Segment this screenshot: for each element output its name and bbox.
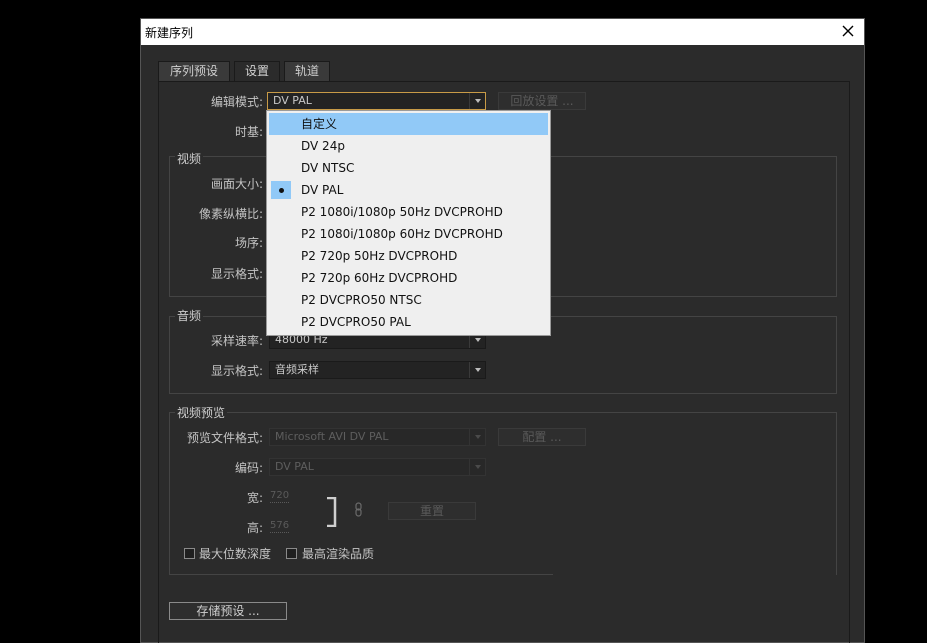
menu-item-p2-dvcpro50-ntsc[interactable]: P2 DVCPRO50 NTSC [267, 289, 550, 311]
menu-item-p2-dvcpro50-pal[interactable]: P2 DVCPRO50 PAL [267, 311, 550, 333]
pixel-aspect-label: 像素纵横比: [171, 205, 263, 222]
edit-mode-label: 编辑模式: [171, 93, 263, 110]
video-group-title: 视频 [175, 150, 203, 167]
menu-item-dv-ntsc[interactable]: DV NTSC [267, 157, 550, 179]
video-preview-group-bottom-edge [169, 574, 553, 575]
max-bit-depth-checkbox[interactable] [184, 548, 195, 559]
menu-item-p2-1080-60hz[interactable]: P2 1080i/1080p 60Hz DVCPROHD [267, 223, 550, 245]
bullet-icon [271, 181, 291, 199]
window-title: 新建序列 [145, 24, 193, 41]
menu-item-p2-720p-50hz[interactable]: P2 720p 50Hz DVCPROHD [267, 245, 550, 267]
max-bit-depth-label: 最大位数深度 [199, 545, 271, 562]
edit-mode-value: DV PAL [273, 94, 312, 107]
menu-item-dv-24p[interactable]: DV 24p [267, 135, 550, 157]
tab-sequence-presets[interactable]: 序列预设 [158, 61, 230, 81]
link-bracket [325, 497, 341, 527]
reset-button[interactable]: 重置 [388, 502, 476, 520]
close-icon[interactable] [840, 21, 856, 41]
height-value[interactable]: 576 [270, 520, 289, 533]
fields-label: 场序: [171, 234, 263, 251]
tab-settings[interactable]: 设置 [234, 61, 280, 81]
menu-item-dv-pal[interactable]: DV PAL [267, 179, 550, 201]
max-render-quality-label: 最高渲染品质 [302, 545, 374, 562]
codec-value: DV PAL [275, 460, 314, 473]
preview-file-format-value: Microsoft AVI DV PAL [275, 430, 389, 443]
configure-button[interactable]: 配置 ... [498, 428, 586, 446]
edit-mode-dropdown-menu: 自定义 DV 24p DV NTSC DV PAL P2 1080i/1080p… [266, 110, 551, 336]
audio-display-format-select[interactable]: 音频采样 [269, 361, 486, 379]
chevron-down-icon [469, 362, 485, 378]
chevron-down-icon [469, 93, 485, 109]
height-label: 高: [171, 519, 263, 536]
codec-label: 编码: [171, 459, 263, 476]
playback-settings-button[interactable]: 回放设置 ... [498, 92, 586, 110]
width-label: 宽: [171, 489, 263, 506]
video-preview-group-title: 视频预览 [175, 404, 227, 421]
menu-item-dv-pal-label: DV PAL [301, 183, 343, 197]
timebase-label: 时基: [171, 123, 263, 140]
tab-tracks[interactable]: 轨道 [284, 61, 330, 81]
preview-file-format-select[interactable]: Microsoft AVI DV PAL [269, 428, 486, 446]
max-render-quality-checkbox[interactable] [286, 548, 297, 559]
menu-item-custom[interactable]: 自定义 [269, 113, 548, 135]
audio-display-format-value: 音频采样 [275, 363, 319, 376]
edit-mode-select[interactable]: DV PAL [267, 92, 486, 110]
menu-item-p2-1080-50hz[interactable]: P2 1080i/1080p 50Hz DVCPROHD [267, 201, 550, 223]
preview-file-format-label: 预览文件格式: [161, 429, 263, 446]
title-bar: 新建序列 [141, 19, 864, 45]
width-value[interactable]: 720 [270, 490, 289, 503]
menu-item-p2-720p-60hz[interactable]: P2 720p 60Hz DVCPROHD [267, 267, 550, 289]
sample-rate-label: 采样速率: [171, 332, 263, 349]
audio-group-title: 音频 [175, 307, 203, 324]
save-preset-button[interactable]: 存储预设 ... [169, 602, 287, 620]
chevron-down-icon [469, 429, 485, 445]
audio-display-format-label: 显示格式: [171, 362, 263, 379]
video-display-format-label: 显示格式: [171, 265, 263, 282]
chevron-down-icon [469, 459, 485, 475]
frame-size-label: 画面大小: [171, 175, 263, 192]
chain-link-icon[interactable] [354, 502, 364, 518]
codec-select[interactable]: DV PAL [269, 458, 486, 476]
